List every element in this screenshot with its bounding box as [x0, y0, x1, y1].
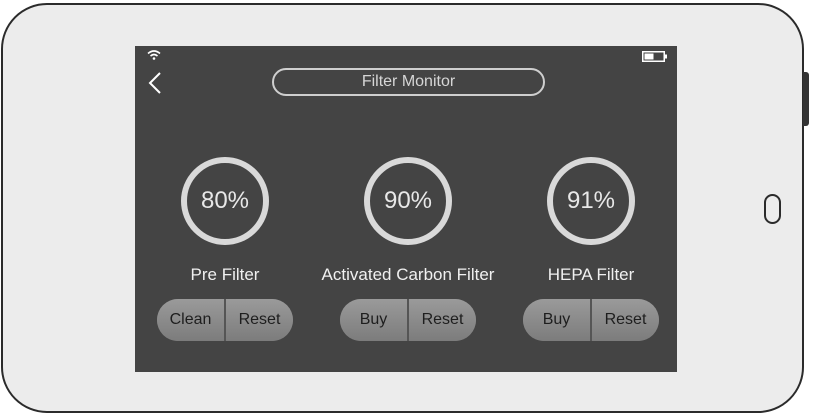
buy-button[interactable]: Buy	[523, 299, 590, 341]
filter-gauge: 91%	[546, 156, 636, 246]
filter-card-hepa: 91% HEPA Filter Buy Reset	[501, 156, 681, 346]
device-home-button[interactable]	[764, 194, 781, 224]
filter-card-pre: 80% Pre Filter Clean Reset	[135, 156, 315, 346]
filter-name: Activated Carbon Filter	[321, 265, 495, 284]
reset-button[interactable]: Reset	[590, 299, 659, 341]
filter-percent: 80%	[200, 187, 250, 214]
filter-actions: Clean Reset	[157, 299, 293, 341]
clean-button[interactable]: Clean	[157, 299, 224, 341]
reset-button[interactable]: Reset	[407, 299, 476, 341]
page-title: Filter Monitor	[272, 68, 545, 96]
filter-name: HEPA Filter	[547, 265, 635, 284]
buy-button[interactable]: Buy	[340, 299, 407, 341]
device-side-button[interactable]	[803, 72, 809, 126]
battery-icon	[642, 51, 667, 62]
app-screen: Filter Monitor 80% Pre Filter Clean Rese…	[135, 46, 677, 372]
filter-percent: 90%	[383, 187, 433, 214]
wifi-icon	[147, 50, 161, 60]
filter-actions: Buy Reset	[523, 299, 659, 341]
filter-name: Pre Filter	[190, 265, 260, 284]
filter-gauge: 90%	[363, 156, 453, 246]
filter-card-activated-carbon: 90% Activated Carbon Filter Buy Reset	[318, 156, 498, 346]
filter-actions: Buy Reset	[340, 299, 476, 341]
filter-gauge: 80%	[180, 156, 270, 246]
status-bar	[135, 46, 677, 64]
filter-percent: 91%	[566, 187, 616, 214]
chevron-left-icon	[148, 72, 161, 94]
reset-button[interactable]: Reset	[224, 299, 293, 341]
back-button[interactable]	[143, 70, 167, 96]
